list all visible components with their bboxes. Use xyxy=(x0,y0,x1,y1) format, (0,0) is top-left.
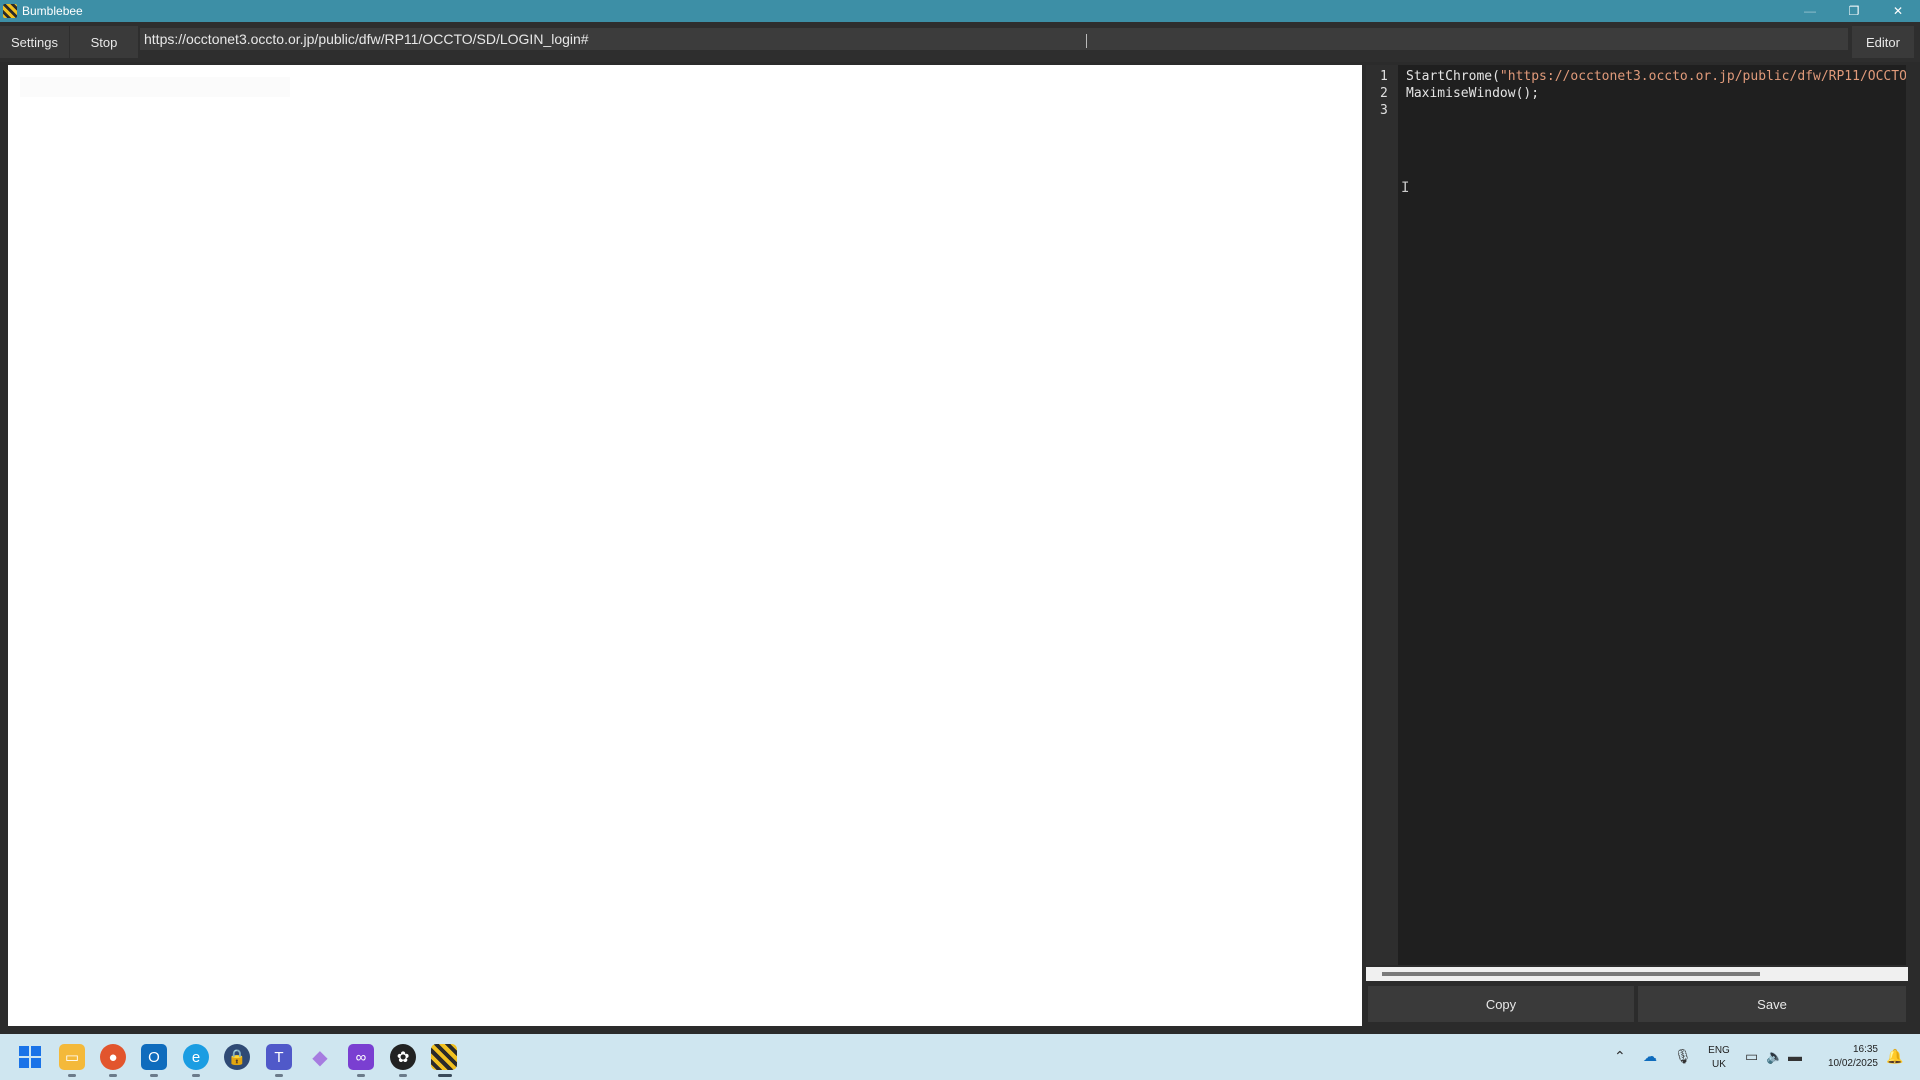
taskbar: ▭ ● O e 🔒 T ◆ ∞ ✿ ⌃ ☁ 🎙 ENG UK ▭ 🔈 ▬ 16:… xyxy=(0,1034,1920,1080)
firefox-icon[interactable]: ● xyxy=(100,1044,126,1070)
window-title: Bumblebee xyxy=(22,4,83,18)
code-editor[interactable]: StartChrome("https://occtonet3.occto.or.… xyxy=(1398,65,1906,965)
microphone-icon[interactable]: 🎙 xyxy=(1674,1048,1692,1065)
window-controls: — ❐ ✕ xyxy=(1788,0,1920,22)
code-function: StartChrome( xyxy=(1406,69,1500,84)
code-function: MaximiseWindow(); xyxy=(1406,86,1540,101)
line-number: 2 xyxy=(1380,86,1388,101)
running-indicator xyxy=(68,1074,76,1077)
horizontal-scrollbar[interactable] xyxy=(1366,967,1908,981)
chevron-up-icon[interactable]: ⌃ xyxy=(1614,1048,1626,1065)
restore-button[interactable]: ❐ xyxy=(1832,0,1876,22)
ibeam-cursor-icon: I xyxy=(1401,180,1410,196)
running-indicator xyxy=(275,1074,283,1077)
windows-start-icon[interactable] xyxy=(17,1044,43,1070)
scrollbar-thumb[interactable] xyxy=(1382,972,1760,976)
save-button[interactable]: Save xyxy=(1638,986,1906,1022)
bumblebee-icon[interactable] xyxy=(431,1044,457,1070)
browser-viewport[interactable] xyxy=(8,65,1362,1026)
language-indicator[interactable]: ENG xyxy=(1702,1045,1736,1056)
url-input[interactable]: https://occtonet3.occto.or.jp/public/dfw… xyxy=(140,28,1848,50)
code-line: StartChrome("https://occtonet3.occto.or.… xyxy=(1406,69,1906,84)
teams-icon[interactable]: T xyxy=(266,1044,292,1070)
volume-icon[interactable]: 🔈 xyxy=(1766,1048,1783,1065)
editor-button[interactable]: Editor xyxy=(1852,26,1914,58)
running-indicator xyxy=(109,1074,117,1077)
file-explorer-icon[interactable]: ▭ xyxy=(59,1044,85,1070)
toolbar: Settings Stop https://occtonet3.occto.or… xyxy=(0,22,1920,62)
close-button[interactable]: ✕ xyxy=(1876,0,1920,22)
running-indicator xyxy=(192,1074,200,1077)
copy-button[interactable]: Copy xyxy=(1368,986,1634,1022)
edge-icon[interactable]: e xyxy=(183,1044,209,1070)
script-editor-panel: 1 2 3 StartChrome("https://occtonet3.occ… xyxy=(1366,65,1908,1026)
clock-time[interactable]: 16:35 xyxy=(1812,1044,1878,1055)
minimize-button[interactable]: — xyxy=(1788,0,1832,22)
clock-date[interactable]: 10/02/2025 xyxy=(1812,1058,1878,1069)
password-manager-icon[interactable]: 🔒 xyxy=(224,1044,250,1070)
onedrive-icon[interactable]: ☁ xyxy=(1643,1048,1657,1065)
code-line: MaximiseWindow(); xyxy=(1406,86,1539,101)
line-number: 1 xyxy=(1380,69,1388,84)
davinci-icon[interactable]: ✿ xyxy=(390,1044,416,1070)
running-indicator xyxy=(150,1074,158,1077)
battery-icon[interactable]: ▬ xyxy=(1788,1048,1802,1064)
settings-button[interactable]: Settings xyxy=(0,26,69,58)
stop-button[interactable]: Stop xyxy=(70,26,138,58)
region-indicator[interactable]: UK xyxy=(1702,1059,1736,1070)
bumblebee-app-icon xyxy=(3,4,17,18)
text-caret xyxy=(1086,34,1087,48)
active-indicator xyxy=(438,1074,452,1077)
page-loading-placeholder xyxy=(20,77,290,97)
running-indicator xyxy=(399,1074,407,1077)
notification-bell-icon[interactable]: 🔔 xyxy=(1886,1048,1903,1065)
line-number: 3 xyxy=(1380,103,1388,118)
app-diamond-icon[interactable]: ◆ xyxy=(307,1044,333,1070)
outlook-icon[interactable]: O xyxy=(141,1044,167,1070)
line-number-gutter: 1 2 3 xyxy=(1366,65,1398,965)
title-bar: Bumblebee — ❐ ✕ xyxy=(0,0,1920,22)
visual-studio-icon[interactable]: ∞ xyxy=(348,1044,374,1070)
running-indicator xyxy=(357,1074,365,1077)
code-string: "https://occtonet3.occto.or.jp/public/df… xyxy=(1499,69,1906,84)
network-icon[interactable]: ▭ xyxy=(1745,1048,1758,1065)
